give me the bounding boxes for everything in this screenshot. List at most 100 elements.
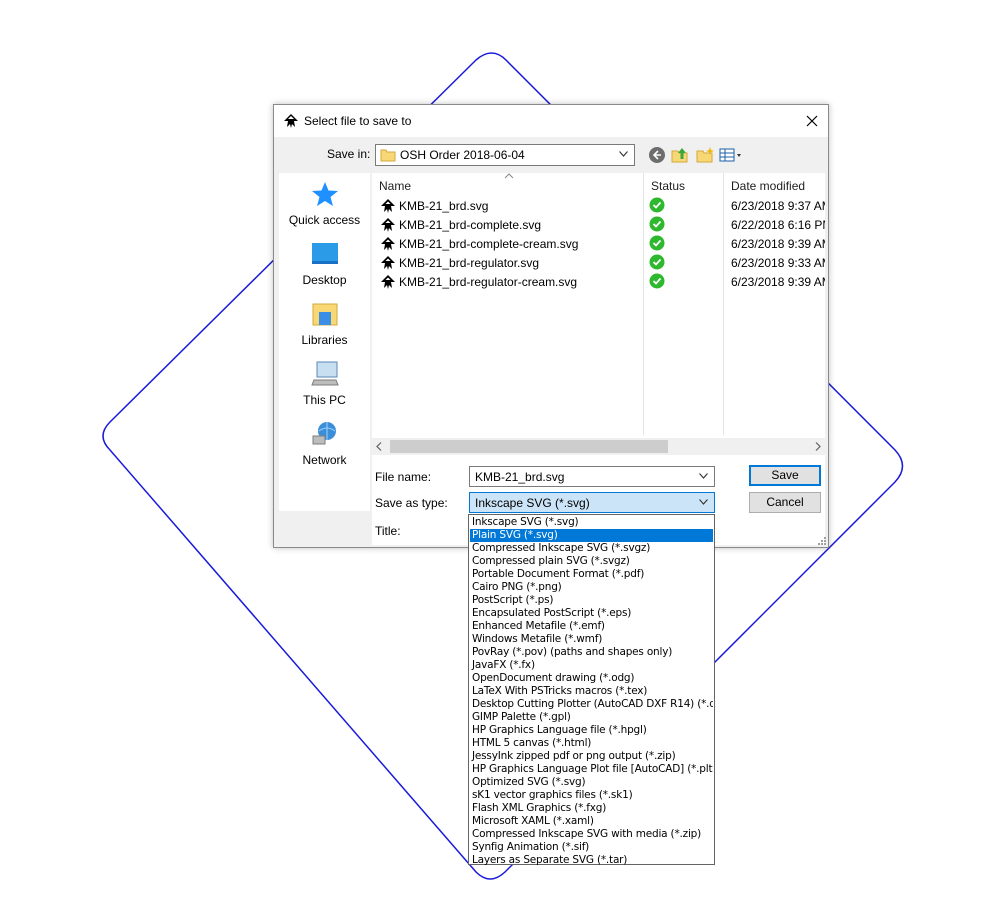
place-label: Libraries xyxy=(301,333,348,347)
chevron-down-icon[interactable] xyxy=(699,473,708,479)
horizontal-scrollbar[interactable] xyxy=(372,438,825,455)
save-in-value: OSH Order 2018-06-04 xyxy=(400,148,525,162)
sync-ok-icon xyxy=(649,235,665,251)
chevron-down-icon xyxy=(699,499,708,505)
type-option[interactable]: Windows Metafile (*.wmf) xyxy=(470,633,713,646)
place-label: Desktop xyxy=(302,273,347,287)
column-header-name[interactable]: Name xyxy=(379,179,411,193)
places-bar: Quick access Desktop Libraries This PC N… xyxy=(279,173,370,511)
place-libraries[interactable]: Libraries xyxy=(279,295,370,353)
file-date: 6/23/2018 9:33 AM xyxy=(731,256,825,270)
close-button[interactable] xyxy=(796,105,828,137)
type-option[interactable]: Inkscape SVG (*.svg) xyxy=(470,516,713,529)
type-option[interactable]: JavaFX (*.fx) xyxy=(470,659,713,672)
type-option[interactable]: Layers as Separate SVG (*.tar) xyxy=(470,854,713,867)
computer-icon xyxy=(311,361,339,386)
type-option[interactable]: sK1 vector graphics files (*.sk1) xyxy=(470,789,713,802)
sync-ok-icon xyxy=(649,197,665,213)
scroll-left-icon[interactable] xyxy=(376,442,382,451)
file-name-combobox[interactable]: KMB-21_brd.svg xyxy=(469,466,715,487)
star-icon xyxy=(312,182,338,206)
save-button[interactable]: Save xyxy=(749,465,821,486)
inkscape-file-icon xyxy=(381,218,395,232)
up-one-level-button[interactable] xyxy=(670,145,690,165)
type-option[interactable]: HP Graphics Language Plot file [AutoCAD]… xyxy=(470,763,713,776)
file-date: 6/23/2018 9:39 AM xyxy=(731,275,825,289)
type-option[interactable]: OpenDocument drawing (*.odg) xyxy=(470,672,713,685)
type-option[interactable]: PovRay (*.pov) (paths and shapes only) xyxy=(470,646,713,659)
view-menu-button[interactable] xyxy=(719,145,747,165)
cancel-button[interactable]: Cancel xyxy=(749,492,821,513)
type-option[interactable]: HTML 5 canvas (*.html) xyxy=(470,737,713,750)
scrollbar-thumb[interactable] xyxy=(390,440,668,453)
scroll-right-icon[interactable] xyxy=(815,442,821,451)
place-label: This PC xyxy=(303,393,346,407)
type-option[interactable]: Flash XML Graphics (*.fxg) xyxy=(470,802,713,815)
title-bar: Select file to save to xyxy=(274,105,828,137)
type-option[interactable]: GIMP Palette (*.gpl) xyxy=(470,711,713,724)
file-row[interactable]: KMB-21_brd-regulator-cream.svg 6/23/2018… xyxy=(372,272,825,291)
file-name: KMB-21_brd-complete.svg xyxy=(399,218,542,232)
type-option[interactable]: Synfig Animation (*.sif) xyxy=(470,841,713,854)
close-icon xyxy=(806,115,818,127)
file-row[interactable]: KMB-21_brd-regulator.svg 6/23/2018 9:33 … xyxy=(372,253,825,272)
place-desktop[interactable]: Desktop xyxy=(279,235,370,293)
sort-ascending-icon xyxy=(504,173,514,179)
type-option[interactable]: Compressed Inkscape SVG with media (*.zi… xyxy=(470,828,713,841)
place-quick-access[interactable]: Quick access xyxy=(279,175,370,233)
save-as-type-value: Inkscape SVG (*.svg) xyxy=(475,496,590,510)
type-option[interactable]: Compressed Inkscape SVG (*.svgz) xyxy=(470,542,713,555)
type-option[interactable]: Portable Document Format (*.pdf) xyxy=(470,568,713,581)
place-network[interactable]: Network xyxy=(279,415,370,473)
place-this-pc[interactable]: This PC xyxy=(279,355,370,413)
resize-grip-icon[interactable] xyxy=(818,537,826,545)
new-folder-icon xyxy=(696,147,714,163)
place-label: Network xyxy=(302,453,347,467)
dialog-title: Select file to save to xyxy=(304,114,412,128)
libraries-icon xyxy=(312,303,338,326)
type-option[interactable]: Compressed plain SVG (*.svgz) xyxy=(470,555,713,568)
type-option[interactable]: Enhanced Metafile (*.emf) xyxy=(470,620,713,633)
sync-ok-icon xyxy=(649,273,665,289)
file-date: 6/23/2018 9:39 AM xyxy=(731,237,825,251)
file-row[interactable]: KMB-21_brd.svg 6/23/2018 9:37 AM xyxy=(372,196,825,215)
type-option[interactable]: Desktop Cutting Plotter (AutoCAD DXF R14… xyxy=(470,698,713,711)
new-folder-button[interactable] xyxy=(695,145,715,165)
inkscape-logo-icon xyxy=(284,114,298,128)
type-option[interactable]: LaTeX With PSTricks macros (*.tex) xyxy=(470,685,713,698)
type-option[interactable]: PostScript (*.ps) xyxy=(470,594,713,607)
chevron-down-icon xyxy=(619,151,628,157)
file-name: KMB-21_brd.svg xyxy=(399,199,489,213)
file-row[interactable]: KMB-21_brd-complete.svg 6/22/2018 6:16 P… xyxy=(372,215,825,234)
type-option[interactable]: Cairo PNG (*.png) xyxy=(470,581,713,594)
file-date: 6/22/2018 6:16 PM xyxy=(731,218,825,232)
file-name-input[interactable]: KMB-21_brd.svg xyxy=(475,470,564,484)
type-option[interactable]: HP Graphics Language file (*.hpgl) xyxy=(470,724,713,737)
inkscape-file-icon xyxy=(381,275,395,289)
title-label: Title: xyxy=(375,524,401,538)
column-header-status[interactable]: Status xyxy=(651,179,685,193)
save-as-type-dropdown[interactable]: Inkscape SVG (*.svg) xyxy=(469,492,715,513)
type-option[interactable]: Encapsulated PostScript (*.eps) xyxy=(470,607,713,620)
type-option[interactable]: Microsoft XAML (*.xaml) xyxy=(470,815,713,828)
back-arrow-icon xyxy=(649,147,665,163)
sync-ok-icon xyxy=(649,216,665,232)
file-row[interactable]: KMB-21_brd-complete-cream.svg 6/23/2018 … xyxy=(372,234,825,253)
file-name-label: File name: xyxy=(375,470,432,484)
type-option[interactable]: Optimized SVG (*.svg) xyxy=(470,776,713,789)
network-icon xyxy=(312,422,336,445)
file-name: KMB-21_brd-regulator-cream.svg xyxy=(399,275,578,289)
back-button[interactable] xyxy=(647,145,667,165)
inkscape-file-icon xyxy=(381,237,395,251)
save-in-dropdown[interactable]: OSH Order 2018-06-04 xyxy=(375,144,635,166)
type-option[interactable]: JessyInk zipped pdf or png output (*.zip… xyxy=(470,750,713,763)
file-name: KMB-21_brd-regulator.svg xyxy=(399,256,540,270)
type-option[interactable]: Plain SVG (*.svg) xyxy=(470,529,713,542)
column-header-date[interactable]: Date modified xyxy=(731,179,805,193)
inkscape-file-icon xyxy=(381,256,395,270)
save-file-dialog: Select file to save to Save in: OSH Orde… xyxy=(273,104,829,548)
folder-up-icon xyxy=(671,148,688,163)
view-menu-icon xyxy=(719,148,741,162)
save-as-type-label: Save as type: xyxy=(375,496,448,510)
place-label: Quick access xyxy=(288,213,361,227)
